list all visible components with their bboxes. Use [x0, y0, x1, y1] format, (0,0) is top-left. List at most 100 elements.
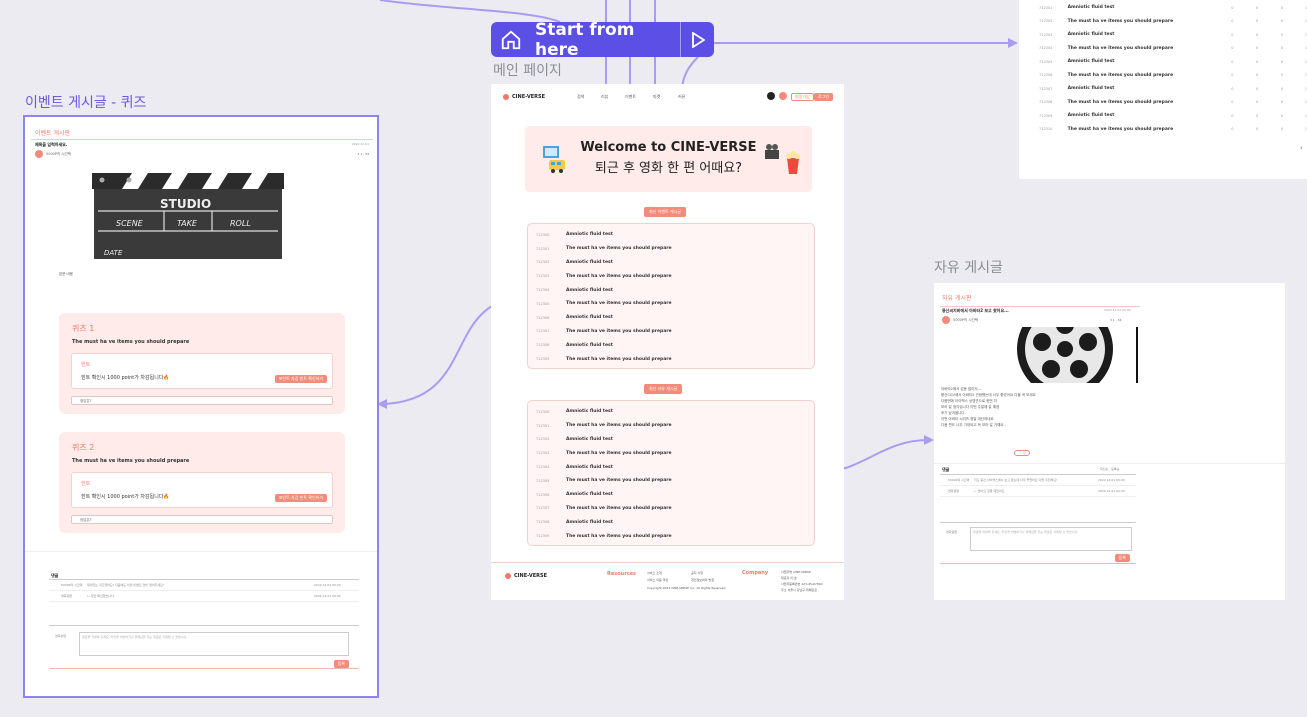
table-row[interactable]: 712306 The must ha ve items you should pr…: [1019, 69, 1307, 83]
comment-textarea[interactable]: 댓글을 작성해 주세요. 타인을 비방하거나 불쾌감을 주는 댓글은 삭제될 수…: [79, 632, 349, 656]
comment-text: ㄴ 맞아요 정말 재밌어요: [974, 489, 1005, 493]
clapperboard-icon: [92, 173, 284, 259]
footer: CINE-VERSE Resources 서비스 소개 서비스 이용 약관 공지…: [491, 562, 844, 600]
avatar: [35, 150, 43, 158]
quiz-card-1: 퀴즈 1 The must ha ve items you should pre…: [59, 313, 345, 414]
table-row[interactable]: 712301 Amniotic fluid test 0 0 0 0: [1019, 1, 1307, 15]
footer-company-line: 주소 서울시 강남구 테헤란로: [781, 588, 817, 592]
submit-comment-button[interactable]: 등록: [333, 660, 349, 668]
list-item[interactable]: 712307 The must ha ve items you should pr…: [528, 502, 814, 516]
frame-label-event[interactable]: 이벤트 게시글 - 퀴즈: [25, 92, 146, 112]
event-post-frame[interactable]: 이벤트 게시판 제목을 입력하세요. 2022.12.01 5000P의 시간택…: [23, 115, 379, 698]
avatar[interactable]: [779, 92, 787, 100]
footer-resources-heading: Resources: [607, 571, 637, 577]
like-button[interactable]: ♡ 0: [1014, 450, 1031, 456]
list-item[interactable]: 712307 The must ha ve items you should pr…: [528, 325, 814, 339]
start-from-here-button[interactable]: Start from here: [491, 19, 714, 60]
post-body: 아바타2에서 감동 많아서... 용산CGV에서 아바타2 관람했는데 너무 좋…: [941, 387, 1036, 427]
divider: [940, 306, 1140, 307]
comment-row: 5000P의 시간택 재미있는 퀴즈였어요! 다음에도 이런 이벤트 많이 열어…: [49, 580, 359, 591]
footer-link[interactable]: 서비스 이용 약관: [647, 578, 668, 582]
table-row[interactable]: 712308 The must ha ve items you should pr…: [1019, 96, 1307, 110]
table-row[interactable]: 712310 The must ha ve items you should pr…: [1019, 123, 1307, 137]
comment-form: 영화광팬 댓글을 작성해 주세요. 타인을 비방하거나 불쾌감을 주는 댓글은 …: [49, 625, 359, 669]
table-row[interactable]: 712302 The must ha ve items you should pr…: [1019, 15, 1307, 29]
nav-item-event[interactable]: 이벤트: [625, 94, 636, 100]
comment-author: 영화광팬: [948, 489, 960, 493]
list-item[interactable]: 712308 Amniotic fluid test: [528, 338, 814, 352]
footer-link[interactable]: 서비스 소개: [647, 571, 662, 575]
list-item[interactable]: 712303 The must ha ve items you should pr…: [528, 269, 814, 283]
comment-list: 5000P의 시간택 저도 용산 아이맥스에서 보고 왔는데 너무 좋았어요 다…: [940, 474, 1136, 497]
table-row[interactable]: 712309 Amniotic fluid test 0 0 0 0: [1019, 109, 1307, 123]
nav-item-search[interactable]: 검색: [577, 94, 584, 100]
logo[interactable]: CINE-VERSE: [503, 94, 545, 100]
footer-logo[interactable]: CINE-VERSE: [505, 573, 547, 579]
quiz-question: The must ha ve items you should prepare: [72, 458, 190, 464]
list-item[interactable]: 712303 The must ha ve items you should pr…: [528, 446, 814, 460]
list-item[interactable]: 712301 The must ha ve items you should pr…: [528, 419, 814, 433]
answer-input[interactable]: 정답은?: [71, 396, 333, 405]
table-row[interactable]: 712305 Amniotic fluid test 0 0 0 0: [1019, 55, 1307, 69]
list-item[interactable]: 712305 The must ha ve items you should pr…: [528, 474, 814, 488]
login-button[interactable]: 로그인: [814, 93, 834, 101]
comment-row: 영화광팬 ㄴ 맞아요 정말 재밌어요 2022.12.01 00:00: [940, 486, 1136, 497]
pager-prev-icon[interactable]: ‹: [1300, 144, 1303, 152]
nav-item-review[interactable]: 리뷰: [601, 94, 608, 100]
start-label: Start from here: [535, 19, 635, 60]
list-item[interactable]: 712308 Amniotic fluid test: [528, 515, 814, 529]
hint-label: 힌트: [81, 362, 91, 368]
footer-copyright: Copyright 2022 CINE-VERSE Inc. All Right…: [647, 586, 726, 590]
free-post-frame[interactable]: 자유 게시판 용산씨지비에서 아바타2 보고 왔어요... 2022.12.01…: [934, 283, 1285, 600]
comment-text: 재미있는 퀴즈였어요! 다음에도 이런 이벤트 많이 열어주세요!: [87, 583, 165, 587]
comment-row: 5000P의 시간택 저도 용산 아이맥스에서 보고 왔는데 너무 좋았어요 다…: [940, 475, 1136, 486]
list-item[interactable]: 712300 Amniotic fluid test: [528, 228, 814, 242]
list-item[interactable]: 712306 Amniotic fluid test: [528, 311, 814, 325]
clapper-scene: SCENE: [116, 219, 143, 228]
hint-box: 힌트 힌트 확인시 1000 point가 차감됩니다🔥 포인트 차감 힌트 확…: [71, 472, 333, 508]
frame-label-free[interactable]: 자유 게시글: [934, 257, 1003, 277]
camera-popcorn-icon: [765, 144, 800, 174]
post-counts: 3 1 · 34: [1110, 318, 1122, 322]
submit-comment-button[interactable]: 등록: [1114, 554, 1130, 562]
main-page-frame[interactable]: CINE-VERSE 검색 리뷰 이벤트 마켓 커뮤 회원가입 로그인 Welc…: [491, 84, 844, 600]
answer-input[interactable]: 정답은?: [71, 515, 333, 524]
list-item[interactable]: 712304 Amniotic fluid test: [528, 460, 814, 474]
list-item[interactable]: 712302 Amniotic fluid test: [528, 433, 814, 447]
hint-button[interactable]: 포인트 차감 힌트 확인하기: [274, 494, 327, 502]
footer-company-line: 사업자명 CINE-VERSE: [781, 570, 811, 574]
table-row[interactable]: 712303 Amniotic fluid test 0 0 0 0: [1019, 28, 1307, 42]
comment-author: 영화광팬: [55, 634, 67, 638]
table-row[interactable]: 712304 The must ha ve items you should pr…: [1019, 42, 1307, 56]
section-tag-free: 최신 자유 게시글: [644, 384, 683, 394]
face-icon[interactable]: [767, 92, 775, 100]
frame-label-main[interactable]: 메인 페이지: [493, 60, 562, 80]
clapper-studio: STUDIO: [160, 197, 212, 211]
play-icon[interactable]: [680, 22, 714, 57]
list-item[interactable]: 712309 The must ha ve items you should pr…: [528, 352, 814, 366]
list-item[interactable]: 712309 The must ha ve items you should pr…: [528, 529, 814, 543]
hint-text: 힌트 확인시 1000 point가 차감됩니다🔥: [81, 375, 170, 381]
footer-link[interactable]: 개인정보처리 방침: [691, 578, 714, 582]
divider: [31, 139, 373, 140]
comment-textarea[interactable]: 댓글을 작성해 주세요. 타인을 비방하거나 불쾌감을 주는 댓글은 삭제될 수…: [970, 527, 1132, 551]
welcome-banner: Welcome to CINE-VERSE 퇴근 후 영화 한 편 어때요?: [525, 126, 812, 192]
table-row[interactable]: 712307 Amniotic fluid test 0 0 0 0: [1019, 82, 1307, 96]
list-item[interactable]: 712305 The must ha ve items you should pr…: [528, 297, 814, 311]
hint-button[interactable]: 포인트 차감 힌트 확인하기: [274, 375, 327, 383]
comment-sort[interactable]: 최신순 · 등록순: [1100, 467, 1119, 471]
comment-text: 저도 용산 아이맥스에서 보고 왔는데 너무 좋았어요 다들 추천해요!: [974, 478, 1058, 482]
list-item[interactable]: 712300 Amniotic fluid test: [528, 405, 814, 419]
nav-item-market[interactable]: 마켓: [653, 94, 660, 100]
nav-item-community[interactable]: 커뮤: [678, 94, 685, 100]
quiz-title: 퀴즈 1: [72, 324, 95, 333]
list-item[interactable]: 712306 Amniotic fluid test: [528, 488, 814, 502]
post-date: 2022.12.01 00:00: [1104, 308, 1131, 312]
right-table-frame[interactable]: 712301 Amniotic fluid test 0 0 0 0 712302 The …: [1019, 0, 1307, 179]
footer-link[interactable]: 공지 사항: [691, 571, 703, 575]
list-item[interactable]: 712304 Amniotic fluid test: [528, 283, 814, 297]
list-item[interactable]: 712302 Amniotic fluid test: [528, 256, 814, 270]
clapper-take: TAKE: [177, 219, 197, 228]
signup-button[interactable]: 회원가입: [791, 93, 814, 101]
list-item[interactable]: 712301 The must ha ve items you should pr…: [528, 242, 814, 256]
